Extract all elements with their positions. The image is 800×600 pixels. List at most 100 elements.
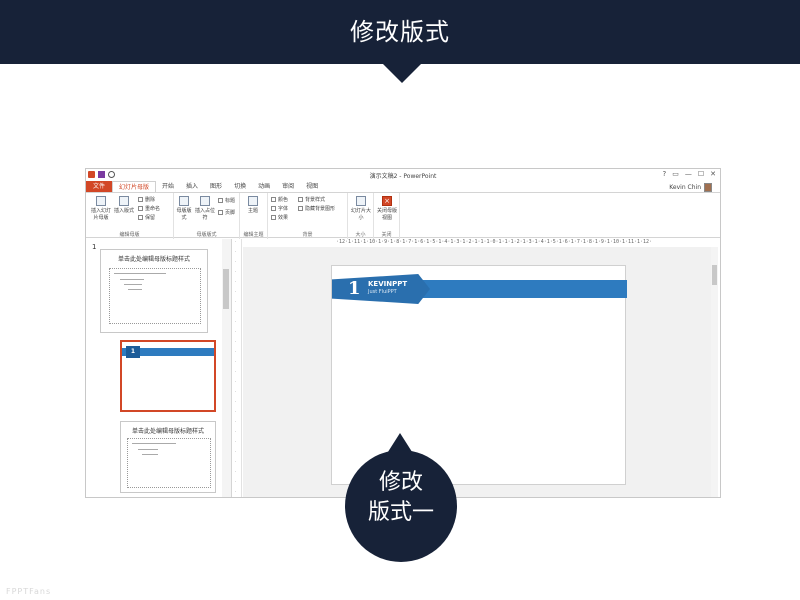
ribbon-group-edit-theme: 主题 编辑主题: [240, 193, 268, 239]
insert-placeholder-button[interactable]: 插入占位符: [194, 196, 216, 221]
ruler-tick: ·: [235, 319, 237, 324]
rename-button[interactable]: 重命名: [138, 205, 160, 212]
text-line: [142, 454, 158, 455]
ruler-tick: ·: [235, 439, 237, 444]
tab-file[interactable]: 文件: [86, 181, 112, 192]
tab-insert[interactable]: 插入: [180, 181, 204, 192]
ruler-tick: ·: [235, 399, 237, 404]
master-layout-icon: [179, 196, 189, 206]
preserve-button[interactable]: 保留: [138, 214, 155, 221]
text-line: [114, 273, 166, 274]
tab-slide-master[interactable]: 幻灯片母版: [112, 181, 157, 192]
delete-button[interactable]: 删除: [138, 196, 155, 203]
text-line: [138, 449, 158, 450]
layout-thumbnail-selected[interactable]: 1: [120, 340, 216, 412]
group-label-master-layout: 母版版式: [196, 232, 217, 238]
slide-size-button[interactable]: 幻灯片大小: [350, 196, 372, 221]
ruler-tick: ·: [235, 369, 237, 374]
banner-title: 修改版式: [350, 18, 450, 46]
title-checkbox[interactable]: 标题: [218, 197, 235, 204]
background-styles-dropdown[interactable]: 背景样式: [298, 196, 325, 203]
colors-icon: [271, 197, 276, 202]
slide-number-label: 1: [92, 243, 97, 251]
callout-line-1: 修改: [378, 470, 423, 495]
checkbox-icon: [298, 206, 303, 211]
group-label-edit-master: 编辑母版: [119, 232, 140, 238]
text-line: [120, 279, 144, 280]
master-thumbnail-body: [109, 268, 201, 324]
checkbox-icon: [218, 198, 223, 203]
fonts-dropdown[interactable]: 字体: [271, 205, 288, 212]
hide-background-checkbox[interactable]: 隐藏背景图形: [298, 205, 335, 212]
layout-thumbnail-title: 单击此处编辑母版标题样式: [131, 428, 204, 435]
slide[interactable]: 1 KEVINPPT Just FluiPPT: [331, 265, 627, 485]
pin-icon: [138, 215, 143, 220]
fonts-icon: [271, 206, 276, 211]
ribbon-group-master-layout: 母版版式 插入占位符 标题 页脚 母版版式: [174, 193, 240, 239]
canvas-scrollbar[interactable]: [711, 247, 718, 497]
ribbon-group-background: 颜色 字体 效果 背景样式 隐藏背景图形 背景: [268, 193, 348, 239]
scrollbar-thumb[interactable]: [712, 265, 717, 285]
delete-icon: [138, 197, 143, 202]
checkbox-icon: [218, 210, 223, 215]
ruler-tick: ·: [235, 479, 237, 484]
group-label-background: 背景: [302, 232, 313, 238]
tab-animations[interactable]: 动画: [252, 181, 276, 192]
group-label-edit-theme: 编辑主题: [243, 232, 264, 238]
thumbnail-scrollbar[interactable]: [222, 239, 231, 497]
thumbnail-pane: 1 单击此处编辑母版标题样式 1 单击此处编辑母版标题样式: [86, 239, 232, 497]
ruler-tick: ·: [235, 339, 237, 344]
ruler-tick: ·: [235, 349, 237, 354]
help-icon[interactable]: ?: [663, 170, 667, 178]
minimize-icon[interactable]: —: [685, 170, 692, 178]
footer-checkbox[interactable]: 页脚: [218, 209, 235, 216]
watermark: FPPTFans: [6, 587, 52, 596]
effects-icon: [271, 215, 276, 220]
background-styles-icon: [298, 197, 303, 202]
ruler-tick: ·: [235, 429, 237, 434]
ruler-tick: ·: [235, 329, 237, 334]
group-label-size: 大小: [355, 232, 366, 238]
group-label-close: 关闭: [381, 232, 392, 238]
ribbon-group-edit-master: 插入幻灯片母版 插入版式 删除 重命名 保留 编辑母版: [86, 193, 174, 239]
colors-dropdown[interactable]: 颜色: [271, 196, 288, 203]
master-thumbnail[interactable]: 单击此处编辑母版标题样式: [100, 249, 208, 333]
master-thumbnail-title: 单击此处编辑母版标题样式: [117, 256, 190, 263]
tab-home[interactable]: 开始: [156, 181, 180, 192]
layout-thumbnail[interactable]: 单击此处编辑母版标题样式: [120, 421, 216, 493]
layout-thumbnail-body: [127, 438, 211, 488]
tab-review[interactable]: 审阅: [276, 181, 300, 192]
themes-button[interactable]: 主题: [243, 196, 263, 214]
vertical-ruler: · · · · · · · · · · · · · · · · · · · · · · · · · ·: [234, 239, 242, 497]
slide-number: 1: [348, 278, 361, 299]
title-bar: 演示文稿2 - PowerPoint ? ▭ — ☐ ✕: [86, 169, 720, 181]
tab-design[interactable]: 图形: [204, 181, 228, 192]
ruler-tick: ·: [235, 289, 237, 294]
slide-brand-subtitle: Just FluiPPT: [368, 289, 397, 295]
master-layout-button[interactable]: 母版版式: [176, 196, 192, 221]
user-account[interactable]: Kevin Chin: [669, 183, 712, 192]
insert-slide-master-button[interactable]: 插入幻灯片母版: [89, 196, 113, 221]
close-window-icon[interactable]: ✕: [710, 170, 716, 178]
ruler-tick: ·: [235, 279, 237, 284]
text-line: [124, 284, 142, 285]
avatar: [704, 183, 712, 192]
effects-dropdown[interactable]: 效果: [271, 214, 288, 221]
text-line: [128, 289, 142, 290]
ruler-tick: ·: [235, 389, 237, 394]
ruler-tick: ·: [235, 459, 237, 464]
ribbon-display-icon[interactable]: ▭: [672, 170, 679, 178]
scrollbar-thumb[interactable]: [223, 269, 229, 309]
document-title: 演示文稿2 - PowerPoint: [369, 173, 437, 180]
callout-line-2: 版式一: [367, 500, 434, 525]
ruler-tick: ·: [235, 309, 237, 314]
ribbon-group-size: 幻灯片大小 大小: [348, 193, 374, 239]
ruler-tick: ·: [235, 299, 237, 304]
tab-transitions[interactable]: 切换: [228, 181, 252, 192]
insert-layout-button[interactable]: 插入版式: [113, 196, 135, 214]
close-master-view-button[interactable]: × 关闭母版视图: [376, 196, 398, 221]
ribbon: 插入幻灯片母版 插入版式 删除 重命名 保留 编辑母版 母版版式 插入占位符 标…: [86, 192, 720, 239]
tab-view[interactable]: 视图: [300, 181, 324, 192]
maximize-icon[interactable]: ☐: [698, 170, 704, 178]
ruler-tick: ·: [235, 489, 237, 494]
